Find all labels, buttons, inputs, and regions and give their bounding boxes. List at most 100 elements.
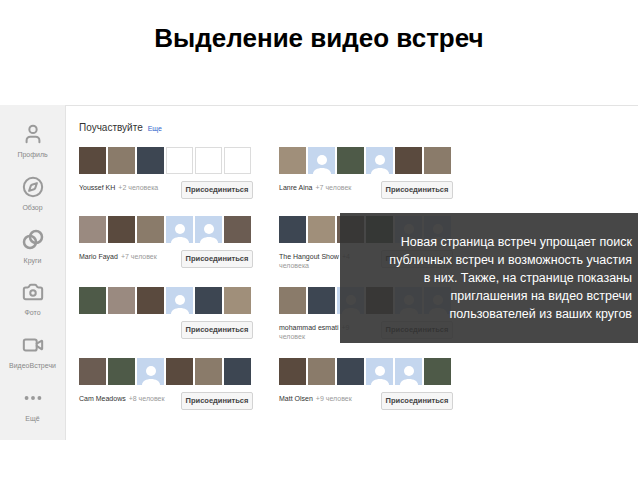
photo-thumbnail[interactable] [279, 358, 306, 385]
host-name[interactable]: Lanre Aina [279, 184, 312, 191]
person-silhouette-icon [311, 152, 333, 174]
photo-thumbnail[interactable] [79, 287, 106, 314]
video-camera-icon [22, 334, 44, 356]
participant-thumbnails [79, 358, 253, 385]
participant-thumbnails [79, 147, 253, 174]
join-button[interactable]: Присоединиться [381, 181, 453, 199]
photo-thumbnail[interactable] [108, 287, 135, 314]
join-button[interactable]: Присоединиться [181, 392, 253, 410]
avatar-thumbnail[interactable] [366, 147, 393, 174]
profile-icon [22, 123, 44, 145]
avatar-thumbnail[interactable] [195, 216, 222, 243]
photo-thumbnail[interactable] [279, 147, 306, 174]
photo-thumbnail[interactable] [137, 216, 164, 243]
photo-thumbnail[interactable] [108, 147, 135, 174]
photo-thumbnail[interactable] [337, 147, 364, 174]
person-silhouette-icon [169, 221, 191, 243]
person-silhouette-icon [169, 292, 191, 314]
slide-title-bar: Выделение видео встреч [0, 0, 638, 105]
photo-thumbnail[interactable] [79, 358, 106, 385]
participant-thumbnails [279, 147, 453, 174]
join-button[interactable]: Присоединиться [181, 321, 253, 339]
person-silhouette-icon [398, 363, 420, 385]
compass-icon [22, 176, 44, 198]
participant-thumbnails [79, 216, 253, 243]
hangout-host: Matt Olsen+9 человек [279, 392, 377, 403]
photo-thumbnail[interactable] [79, 147, 106, 174]
photo-thumbnail[interactable] [424, 147, 451, 174]
slide-title: Выделение видео встреч [154, 20, 483, 105]
sidebar-item[interactable]: Ещё [22, 387, 44, 440]
hangout-card: Lanre Aina+7 человекПрисоединиться [279, 147, 453, 199]
sidebar-item[interactable]: Круги [22, 229, 44, 282]
caption-line: Новая страница встреч упрощает поиск [401, 233, 632, 251]
avatar-thumbnail[interactable] [166, 287, 193, 314]
more-link[interactable]: Еще [148, 124, 162, 135]
photo-thumbnail[interactable] [195, 287, 222, 314]
host-name[interactable]: mohammad esmati [279, 324, 339, 331]
sidebar-label: Обзор [22, 203, 42, 214]
sidebar-item[interactable]: ВидеоВстречи [9, 334, 56, 387]
empty-thumbnail [166, 147, 193, 174]
host-name[interactable]: The Hangout Show [279, 253, 339, 260]
avatar-thumbnail[interactable] [366, 358, 393, 385]
participant-count: +2 человека [118, 184, 158, 191]
photo-thumbnail[interactable] [224, 358, 251, 385]
host-name[interactable]: Matt Olsen [279, 395, 313, 402]
join-button[interactable]: Присоединиться [381, 392, 453, 410]
photo-thumbnail[interactable] [108, 216, 135, 243]
photo-thumbnail[interactable] [224, 216, 251, 243]
avatar-thumbnail[interactable] [395, 358, 422, 385]
photo-thumbnail[interactable] [424, 358, 451, 385]
photo-thumbnail[interactable] [108, 358, 135, 385]
host-name[interactable]: Youssef KH [79, 184, 115, 191]
sidebar-item[interactable]: Обзор [22, 176, 44, 229]
photo-thumbnail[interactable] [308, 287, 335, 314]
person-silhouette-icon [198, 221, 220, 243]
camera-icon [22, 281, 44, 303]
photo-thumbnail[interactable] [279, 287, 306, 314]
sidebar-label: Фото [24, 308, 40, 319]
sidebar-label: ВидеоВстречи [9, 361, 56, 372]
photo-thumbnail[interactable] [195, 358, 222, 385]
photo-thumbnail[interactable] [308, 216, 335, 243]
photo-thumbnail[interactable] [137, 147, 164, 174]
hangout-card: Matt Olsen+9 человек Присоединиться [279, 358, 453, 410]
hangout-host: Cam Meadows+8 человек [79, 392, 177, 403]
section-title: Поучаствуйте [79, 120, 143, 135]
empty-thumbnail [224, 147, 251, 174]
hangout-host: Youssef KH+2 человека [79, 181, 177, 192]
photo-thumbnail[interactable] [279, 216, 306, 243]
photo-thumbnail[interactable] [224, 287, 251, 314]
circles-icon [22, 229, 44, 251]
avatar-thumbnail[interactable] [308, 147, 335, 174]
person-silhouette-icon [369, 363, 391, 385]
sidebar-item[interactable]: Фото [22, 281, 44, 334]
hangout-host [79, 321, 177, 323]
photo-thumbnail[interactable] [308, 358, 335, 385]
host-name[interactable]: Mario Fayad [79, 253, 118, 260]
hangout-card: Mario Fayad+7 человек Присоединиться [79, 216, 253, 270]
photo-thumbnail[interactable] [337, 358, 364, 385]
photo-thumbnail[interactable] [395, 147, 422, 174]
sidebar: Профиль Обзор Круги Фото ВидеоВстречи Ещё [0, 105, 65, 440]
empty-thumbnail [195, 147, 222, 174]
hangout-host: Mario Fayad+7 человек [79, 250, 177, 261]
host-name[interactable]: Cam Meadows [79, 395, 126, 402]
participant-count: +7 человек [121, 253, 157, 260]
join-button[interactable]: Присоединиться [181, 250, 253, 268]
sidebar-label: Профиль [17, 150, 47, 161]
photo-thumbnail[interactable] [137, 287, 164, 314]
hangout-card: Cam Meadows+8 человек Присоединиться [79, 358, 253, 410]
slide: Выделение видео встреч Профиль Обзор Круги Ф… [0, 0, 638, 478]
caption-line: приглашения на видео встречи [451, 287, 632, 305]
participant-count: +8 человек [129, 395, 165, 402]
avatar-thumbnail[interactable] [166, 216, 193, 243]
sidebar-label: Круги [24, 256, 42, 267]
join-button[interactable]: Присоединиться [181, 181, 253, 199]
person-silhouette-icon [140, 363, 162, 385]
avatar-thumbnail[interactable] [137, 358, 164, 385]
sidebar-item[interactable]: Профиль [17, 123, 47, 176]
photo-thumbnail[interactable] [166, 358, 193, 385]
photo-thumbnail[interactable] [79, 216, 106, 243]
